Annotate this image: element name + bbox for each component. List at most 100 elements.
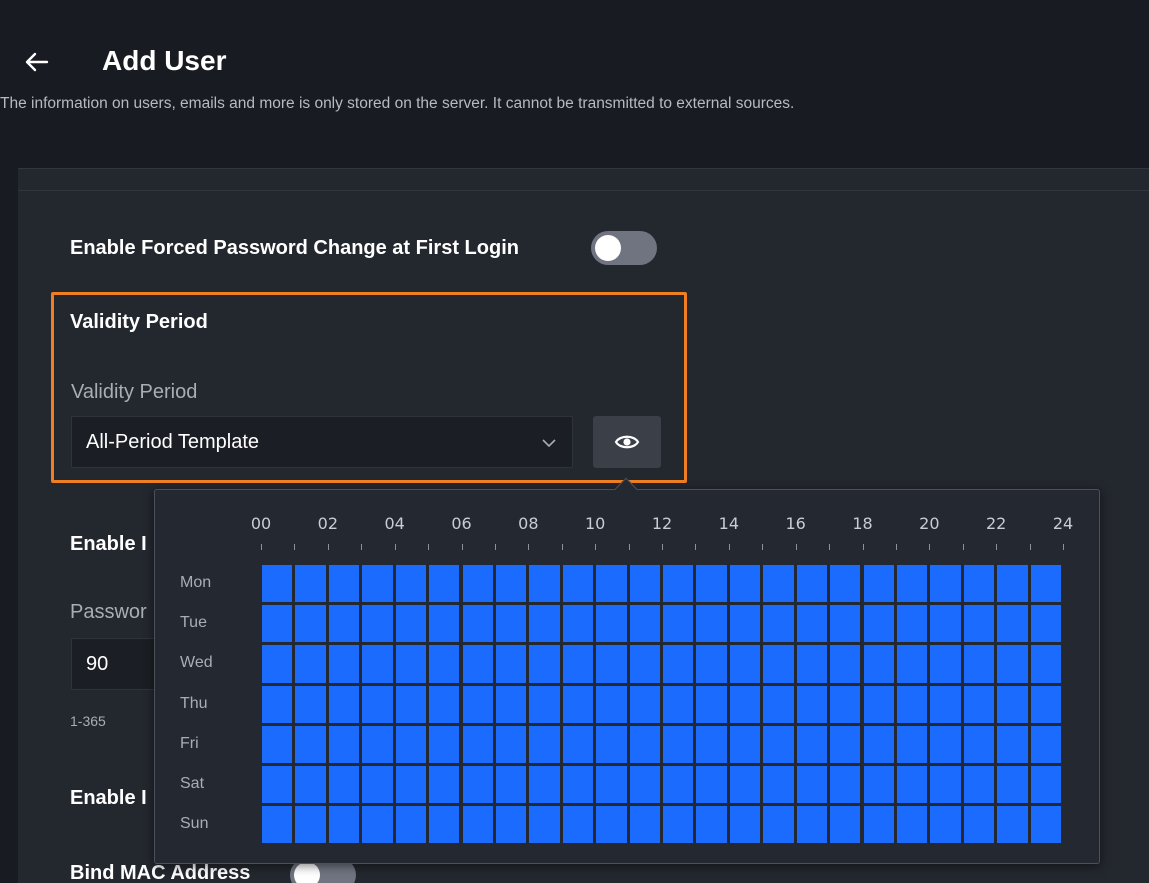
schedule-cell[interactable]	[596, 766, 627, 804]
schedule-cell[interactable]	[462, 605, 493, 643]
schedule-cell[interactable]	[328, 806, 360, 844]
schedule-cell[interactable]	[462, 565, 493, 603]
schedule-cell[interactable]	[896, 565, 928, 603]
schedule-cell[interactable]	[896, 725, 928, 763]
schedule-cell[interactable]	[596, 605, 627, 643]
schedule-cell[interactable]	[495, 605, 527, 643]
validity-period-select[interactable]: All-Period Template	[71, 416, 573, 468]
schedule-cell[interactable]	[663, 766, 694, 804]
schedule-cell[interactable]	[295, 685, 326, 723]
schedule-cell[interactable]	[1030, 725, 1061, 763]
schedule-cell[interactable]	[729, 766, 761, 804]
schedule-cell[interactable]	[462, 685, 493, 723]
schedule-cell[interactable]	[930, 766, 961, 804]
schedule-cell[interactable]	[863, 565, 894, 603]
schedule-cell[interactable]	[863, 685, 894, 723]
schedule-cell[interactable]	[696, 725, 727, 763]
schedule-cell[interactable]	[663, 725, 694, 763]
schedule-cell[interactable]	[997, 685, 1028, 723]
schedule-cell[interactable]	[495, 766, 527, 804]
schedule-cell[interactable]	[796, 806, 828, 844]
schedule-cell[interactable]	[362, 565, 393, 603]
schedule-cell[interactable]	[629, 645, 660, 683]
schedule-cell[interactable]	[328, 565, 360, 603]
schedule-cell[interactable]	[529, 605, 560, 643]
schedule-cell[interactable]	[629, 766, 660, 804]
schedule-cell[interactable]	[495, 645, 527, 683]
schedule-cell[interactable]	[596, 565, 627, 603]
schedule-cell[interactable]	[830, 645, 861, 683]
schedule-cell[interactable]	[663, 605, 694, 643]
schedule-cell[interactable]	[963, 806, 995, 844]
schedule-cell[interactable]	[495, 565, 527, 603]
schedule-cell[interactable]	[1030, 565, 1061, 603]
schedule-cell[interactable]	[696, 766, 727, 804]
schedule-cell[interactable]	[429, 725, 460, 763]
schedule-cell[interactable]	[663, 645, 694, 683]
schedule-cell[interactable]	[629, 685, 660, 723]
schedule-cell[interactable]	[629, 565, 660, 603]
schedule-cell[interactable]	[696, 685, 727, 723]
schedule-cell[interactable]	[529, 685, 560, 723]
schedule-cell[interactable]	[763, 565, 794, 603]
schedule-cell[interactable]	[328, 725, 360, 763]
schedule-cell[interactable]	[328, 605, 360, 643]
schedule-cell[interactable]	[997, 766, 1028, 804]
schedule-cell[interactable]	[663, 685, 694, 723]
schedule-cell[interactable]	[963, 685, 995, 723]
schedule-cell[interactable]	[629, 605, 660, 643]
schedule-cell[interactable]	[729, 685, 761, 723]
schedule-cell[interactable]	[596, 725, 627, 763]
schedule-cell[interactable]	[262, 725, 293, 763]
schedule-cell[interactable]	[429, 685, 460, 723]
schedule-cell[interactable]	[997, 806, 1028, 844]
schedule-cell[interactable]	[763, 725, 794, 763]
schedule-cell[interactable]	[562, 605, 594, 643]
schedule-cell[interactable]	[796, 565, 828, 603]
schedule-cell[interactable]	[863, 766, 894, 804]
schedule-cell[interactable]	[395, 725, 427, 763]
schedule-cell[interactable]	[529, 806, 560, 844]
schedule-cell[interactable]	[295, 565, 326, 603]
schedule-cell[interactable]	[262, 766, 293, 804]
schedule-cell[interactable]	[429, 565, 460, 603]
schedule-cell[interactable]	[896, 766, 928, 804]
schedule-cell[interactable]	[863, 806, 894, 844]
schedule-cell[interactable]	[562, 766, 594, 804]
schedule-cell[interactable]	[529, 725, 560, 763]
schedule-cell[interactable]	[663, 806, 694, 844]
schedule-cell[interactable]	[729, 725, 761, 763]
schedule-cell[interactable]	[763, 645, 794, 683]
schedule-cell[interactable]	[395, 565, 427, 603]
schedule-cell[interactable]	[963, 605, 995, 643]
schedule-cell[interactable]	[262, 605, 293, 643]
schedule-cell[interactable]	[362, 725, 393, 763]
schedule-cell[interactable]	[763, 685, 794, 723]
schedule-cell[interactable]	[930, 806, 961, 844]
schedule-cell[interactable]	[596, 685, 627, 723]
schedule-cell[interactable]	[462, 766, 493, 804]
schedule-cell[interactable]	[429, 806, 460, 844]
schedule-cell[interactable]	[562, 685, 594, 723]
schedule-cell[interactable]	[529, 565, 560, 603]
schedule-cell[interactable]	[830, 725, 861, 763]
schedule-cell[interactable]	[295, 806, 326, 844]
schedule-cell[interactable]	[262, 806, 293, 844]
schedule-cell[interactable]	[629, 806, 660, 844]
schedule-cell[interactable]	[395, 766, 427, 804]
schedule-cell[interactable]	[997, 565, 1028, 603]
schedule-cell[interactable]	[763, 605, 794, 643]
schedule-cell[interactable]	[462, 806, 493, 844]
schedule-cell[interactable]	[896, 605, 928, 643]
schedule-cell[interactable]	[328, 645, 360, 683]
schedule-cell[interactable]	[896, 685, 928, 723]
schedule-cell[interactable]	[295, 725, 326, 763]
schedule-cell[interactable]	[362, 605, 393, 643]
schedule-cell[interactable]	[729, 645, 761, 683]
schedule-cell[interactable]	[896, 806, 928, 844]
schedule-cell[interactable]	[562, 565, 594, 603]
schedule-cell[interactable]	[1030, 806, 1061, 844]
schedule-cell[interactable]	[997, 645, 1028, 683]
schedule-cell[interactable]	[729, 605, 761, 643]
schedule-cell[interactable]	[562, 725, 594, 763]
